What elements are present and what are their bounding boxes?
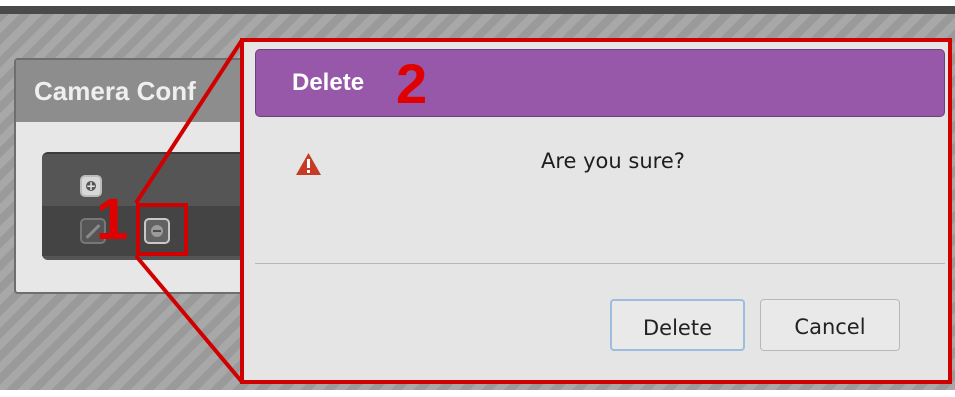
dialog-message: Are you sure? — [541, 149, 685, 173]
screenshot-scene: Camera Conf 1 Delete 2 — [0, 0, 955, 397]
cancel-button[interactable]: Cancel — [760, 299, 900, 351]
dialog-highlight-frame: Delete 2 Are you sure? Delete Cancel — [240, 38, 952, 384]
delete-dialog: Delete 2 Are you sure? Delete Cancel — [255, 49, 945, 377]
bottom-edge — [0, 390, 955, 397]
dialog-divider — [255, 263, 945, 264]
step-one-label: 1 — [96, 187, 129, 252]
step-two-label: 2 — [396, 52, 428, 115]
warning-triangle-icon — [296, 153, 321, 175]
callout-line-top — [134, 38, 244, 205]
delete-button[interactable]: Delete — [610, 299, 745, 351]
delete-step-highlight — [136, 203, 188, 256]
dialog-header: Delete 2 — [255, 49, 945, 117]
callout-line-bottom — [134, 254, 244, 384]
dialog-title: Delete — [292, 69, 365, 96]
